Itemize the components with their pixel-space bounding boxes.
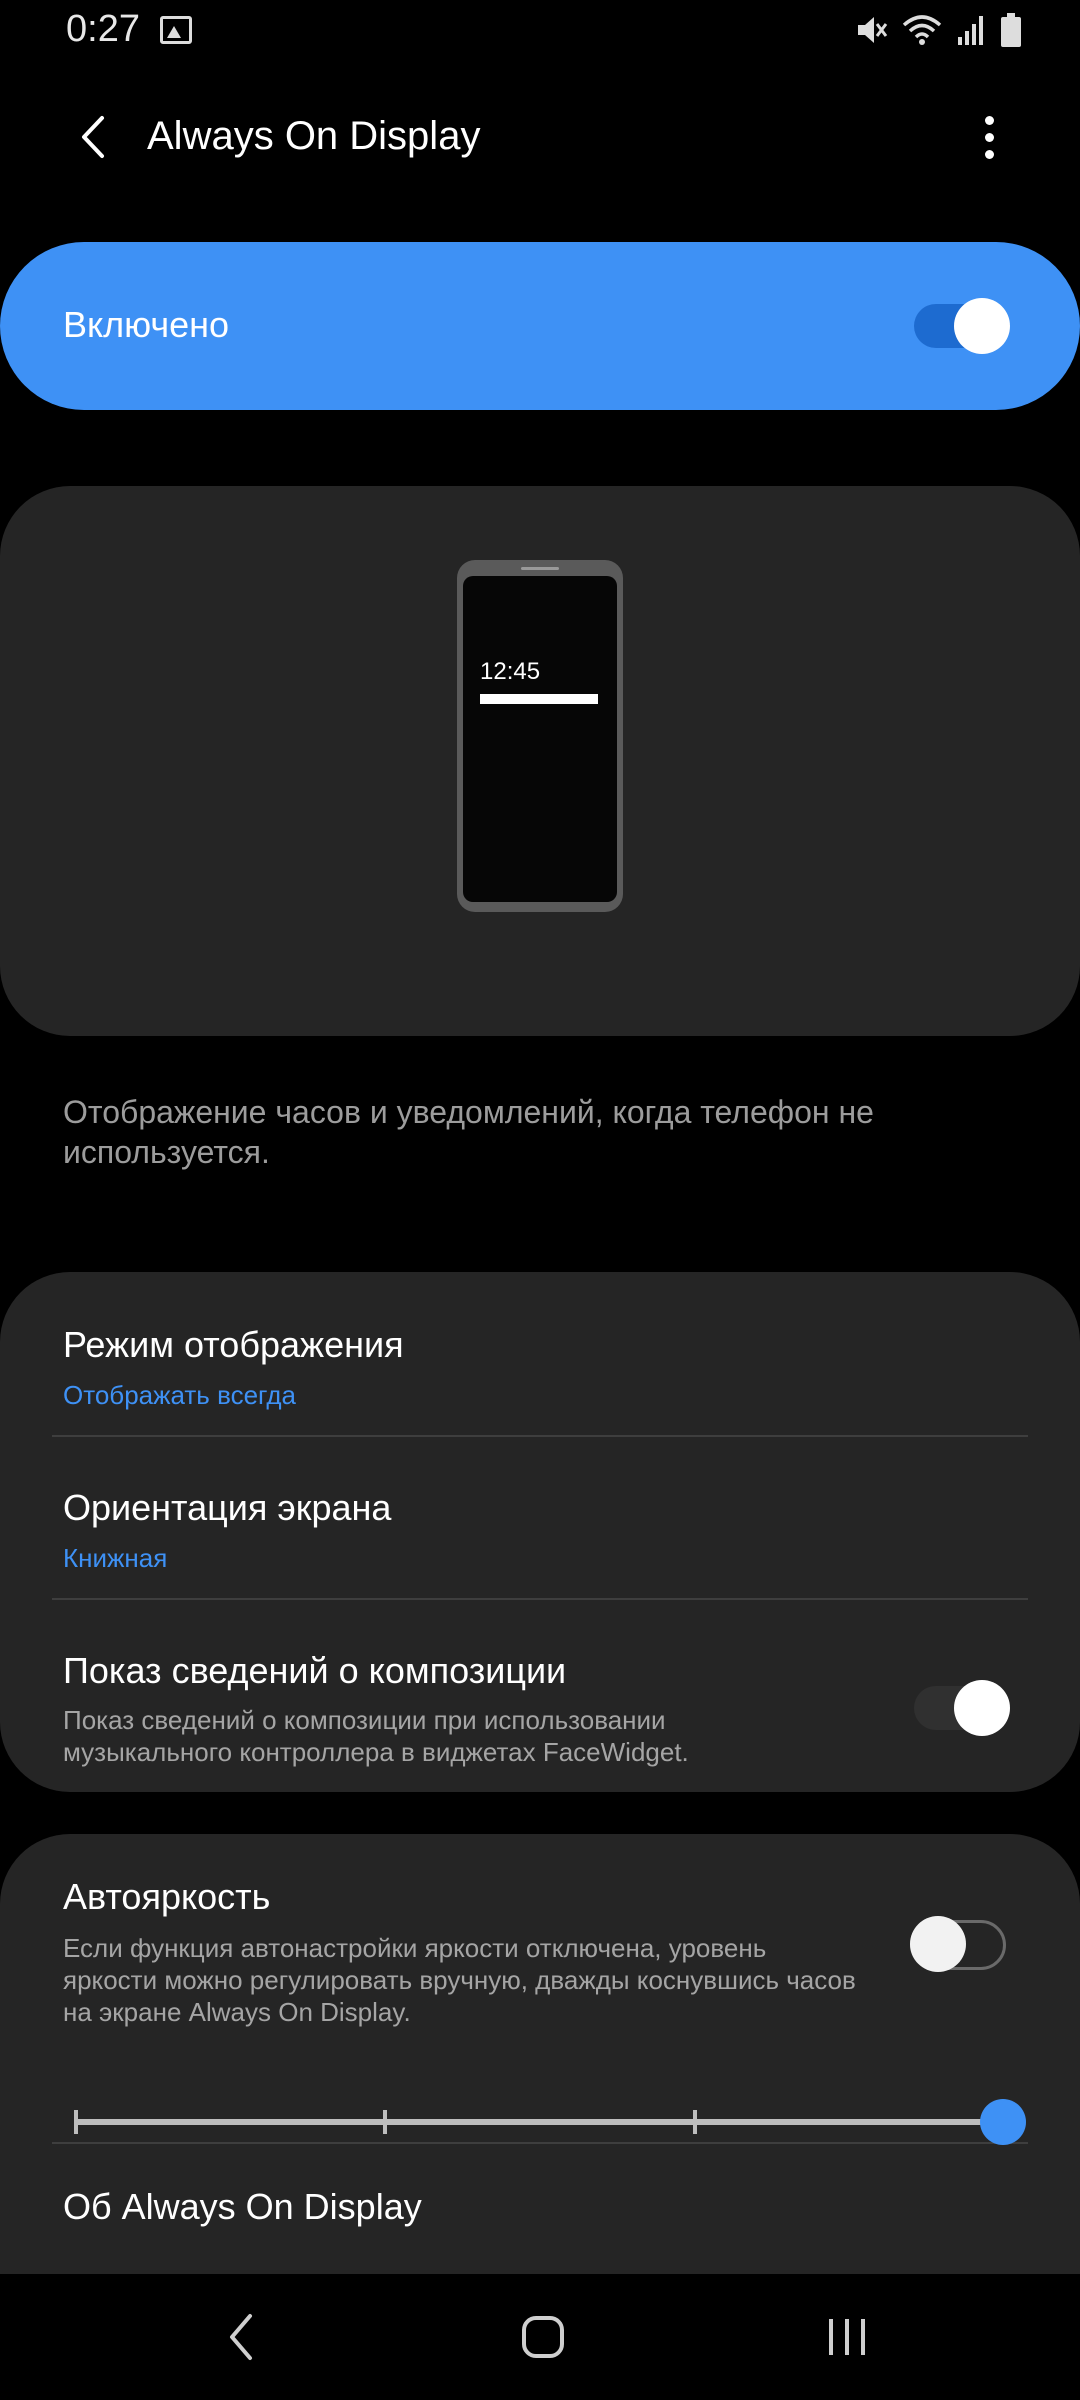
back-button[interactable] (58, 102, 128, 172)
mute-icon (858, 17, 888, 43)
music-info-description: Показ сведений о композиции при использо… (63, 1705, 689, 1767)
nav-home-icon (522, 2316, 564, 2358)
master-toggle[interactable] (914, 298, 1010, 354)
slider-thumb[interactable] (980, 2099, 1026, 2145)
signal-icon (958, 16, 983, 45)
preview-clock: 12:45 (480, 658, 541, 685)
nav-back-button[interactable] (196, 2302, 286, 2372)
navigation-bar (0, 2274, 1080, 2400)
display-mode-title: Режим отображения (63, 1324, 404, 1365)
about-row[interactable]: Об Always On Display (0, 2144, 1080, 2274)
auto-brightness-toggle[interactable] (910, 1916, 1006, 1972)
slider-tick (693, 2110, 697, 2134)
music-info-title: Показ сведений о композиции (63, 1650, 567, 1691)
display-mode-row[interactable]: Режим отображения Отображать всегда (0, 1272, 1080, 1432)
music-info-row[interactable]: Показ сведений о композиции Показ сведен… (0, 1600, 1080, 1792)
slider-tick (383, 2110, 387, 2134)
auto-brightness-row[interactable]: Автояркость Если функция автонастройки я… (0, 1834, 1080, 2034)
brightness-slider[interactable] (74, 2097, 1028, 2147)
phone-speaker (521, 567, 559, 570)
feature-description: Отображение часов и уведомлений, когда т… (63, 1094, 874, 1170)
preview-card: 12:45 (0, 486, 1080, 1036)
chevron-left-icon (82, 116, 104, 158)
wifi-icon (902, 15, 942, 45)
nav-recents-button[interactable] (802, 2302, 892, 2372)
master-switch-label: Включено (63, 304, 230, 345)
status-bar: 0:27 (0, 0, 1080, 62)
nav-back-icon (230, 2314, 252, 2360)
battery-icon (1001, 13, 1021, 47)
orientation-title: Ориентация экрана (63, 1487, 392, 1528)
slider-tick (74, 2110, 78, 2134)
orientation-value: Книжная (63, 1543, 168, 1573)
about-title: Об Always On Display (63, 2186, 422, 2227)
auto-brightness-description: Если функция автонастройки яркости отклю… (63, 1933, 856, 2027)
auto-brightness-title: Автояркость (63, 1876, 271, 1917)
preview-date-bar (480, 694, 598, 704)
app-bar: Always On Display (0, 62, 1080, 212)
music-info-toggle[interactable] (914, 1680, 1010, 1736)
status-time: 0:27 (66, 8, 140, 50)
settings-card-display: Режим отображения Отображать всегда Орие… (0, 1272, 1080, 1792)
master-switch-row[interactable]: Включено (0, 242, 1080, 410)
more-vertical-icon (984, 115, 994, 125)
nav-recents-icon (829, 2319, 865, 2355)
phone-preview: 12:45 (457, 560, 623, 912)
slider-track (74, 2119, 1004, 2125)
image-icon (160, 16, 192, 44)
orientation-row[interactable]: Ориентация экрана Книжная (0, 1437, 1080, 1597)
more-options-button[interactable] (954, 102, 1024, 172)
nav-home-button[interactable] (498, 2302, 588, 2372)
phone-screen: 12:45 (463, 576, 617, 902)
page-title: Always On Display (147, 114, 481, 158)
status-icons (854, 12, 1022, 48)
display-mode-value: Отображать всегда (63, 1380, 296, 1410)
settings-card-brightness: Автояркость Если функция автонастройки я… (0, 1834, 1080, 2274)
